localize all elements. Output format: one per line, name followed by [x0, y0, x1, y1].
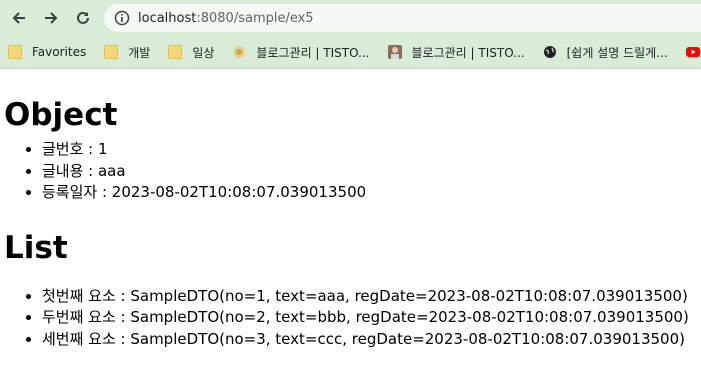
bookmark-label: 블로그관리 | TISTO... — [411, 45, 525, 60]
object-list: 글번호 : 1 글내용 : aaa 등록일자 : 2023-08-02T10:0… — [4, 139, 697, 204]
url-host: localhost — [138, 10, 197, 26]
bookmark-tistory-2[interactable]: 블로그관리 | TISTO... — [387, 40, 525, 64]
back-button[interactable] — [6, 5, 32, 31]
object-heading: Object — [4, 97, 118, 133]
tistory-icon — [233, 46, 246, 58]
reload-button[interactable] — [70, 5, 96, 31]
list-item: 두번째 요소 : SampleDTO(no=2, text=bbb, regDa… — [42, 307, 697, 329]
list-item: 세번째 요소 : SampleDTO(no=3, text=ccc, regDa… — [42, 329, 697, 351]
url-path: :8080/sample/ex5 — [196, 10, 314, 26]
folder-icon — [8, 45, 22, 59]
url-text[interactable]: localhost:8080/sample/ex5 — [138, 11, 314, 26]
youtube-icon — [685, 47, 700, 57]
bookmark-favorites[interactable]: Favorites — [8, 40, 86, 64]
bookmark-label: 일상 — [192, 45, 215, 60]
list-item: 첫번째 요소 : SampleDTO(no=1, text=aaa, regDa… — [42, 286, 697, 308]
arrow-left-icon — [12, 12, 25, 24]
bookmark-label: 블로그관리 | TISTO... — [256, 45, 370, 60]
globe-icon — [543, 46, 556, 58]
bookmark-tistory-1[interactable]: 블로그관리 | TISTO... — [232, 40, 370, 64]
browser-toolbar: localhost:8080/sample/ex5 — [0, 0, 701, 36]
bookmark-easy-explain[interactable]: [쉽게 설명 드릴게... — [543, 40, 668, 64]
list-heading: List — [4, 229, 68, 266]
bookmark-label: Favorites — [32, 45, 87, 59]
info-icon[interactable] — [114, 10, 130, 26]
forward-button[interactable] — [38, 5, 64, 31]
bookmark-label: [쉽게 설명 드릴게... — [566, 45, 668, 60]
profile-photo-icon — [387, 45, 402, 59]
folder-icon — [168, 45, 183, 59]
page-content: Object 글번호 : 1 글내용 : aaa 등록일자 : 2023-08-… — [0, 95, 701, 350]
folder-icon — [104, 45, 119, 59]
address-bar[interactable]: localhost:8080/sample/ex5 — [104, 4, 701, 32]
arrow-right-icon — [45, 12, 58, 24]
bookmark-youtube[interactable]: 유 — [685, 40, 701, 64]
reload-icon — [77, 11, 89, 24]
bookmarks-bar: Favorites 개발 일상 블로그관리 | TISTO... 블로그관리 |… — [0, 36, 701, 69]
bookmark-label: 개발 — [128, 45, 151, 60]
list-item: 등록일자 : 2023-08-02T10:08:07.039013500 — [42, 182, 697, 204]
bookmark-daily[interactable]: 일상 — [168, 40, 214, 64]
bookmark-dev[interactable]: 개발 — [104, 40, 150, 64]
list-item: 글내용 : aaa — [42, 161, 697, 183]
list-item: 글번호 : 1 — [42, 139, 697, 161]
sample-list: 첫번째 요소 : SampleDTO(no=1, text=aaa, regDa… — [4, 286, 697, 351]
